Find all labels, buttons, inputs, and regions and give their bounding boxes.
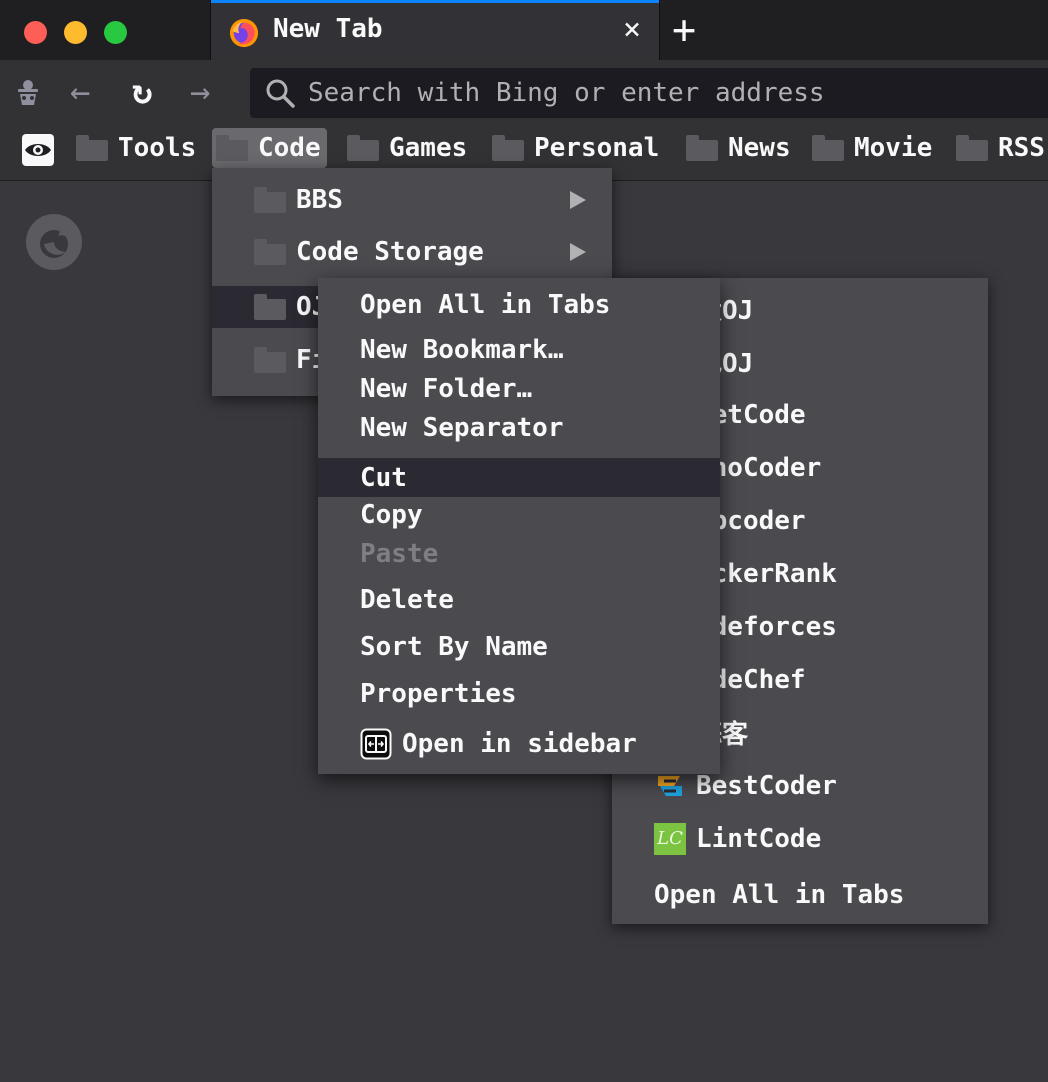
- close-icon[interactable]: ×: [623, 14, 641, 46]
- context-item-label: Properties: [360, 679, 517, 709]
- eye-icon[interactable]: [22, 134, 54, 166]
- window-close-button[interactable]: [24, 21, 47, 44]
- search-icon: [266, 79, 295, 108]
- bookmark-label: BestCoder: [696, 770, 837, 801]
- context-item-label: Copy: [360, 500, 423, 530]
- title-bar: New Tab × +: [0, 0, 1048, 60]
- open-all-in-tabs-item[interactable]: Open All in Tabs: [612, 868, 988, 921]
- folder-icon: [254, 187, 286, 213]
- tab-new-tab[interactable]: New Tab ×: [210, 0, 660, 60]
- folder-icon: [76, 135, 108, 161]
- bookmark-folder-code[interactable]: Code: [212, 128, 327, 168]
- context-item-label: Sort By Name: [360, 632, 548, 662]
- context-new-separator[interactable]: New Separator: [318, 408, 720, 448]
- context-paste: Paste: [318, 534, 720, 574]
- menu-item-label: Open All in Tabs: [654, 879, 905, 910]
- bookmark-folder-label: Tools: [118, 133, 197, 163]
- menu-item-bbs[interactable]: BBS: [212, 174, 612, 226]
- context-properties[interactable]: Properties: [318, 674, 720, 714]
- new-tab-button[interactable]: +: [672, 10, 696, 50]
- submenu-arrow-icon: [570, 243, 586, 261]
- bookmark-folder-games[interactable]: Games: [343, 128, 473, 168]
- bookmark-folder-movie[interactable]: Movie: [808, 128, 938, 168]
- context-delete[interactable]: Delete: [318, 580, 720, 620]
- bestcoder-icon: [658, 775, 682, 796]
- folder-icon: [347, 135, 379, 161]
- menu-item-label: BBS: [296, 185, 343, 215]
- folder-icon: [254, 347, 286, 373]
- context-open-all-in-tabs[interactable]: Open All in Tabs: [318, 283, 720, 327]
- eye-icon-glyph: [25, 144, 51, 156]
- folder-icon: [216, 135, 248, 161]
- context-item-label: New Separator: [360, 413, 564, 443]
- context-item-label: Paste: [360, 539, 439, 569]
- bookmark-folder-personal[interactable]: Personal: [488, 128, 665, 168]
- context-sort-by-name[interactable]: Sort By Name: [318, 627, 720, 667]
- folder-icon: [254, 294, 286, 320]
- url-bar[interactable]: [250, 68, 1048, 118]
- bookmark-folder-label: RSS: [998, 133, 1045, 163]
- bookmark-folder-label: Personal: [534, 133, 660, 163]
- folder-icon: [956, 135, 988, 161]
- context-open-in-sidebar[interactable]: Open in sidebar: [318, 721, 720, 767]
- bookmark-context-menu: Open All in Tabs New Bookmark… New Folde…: [318, 278, 720, 774]
- context-new-bookmark[interactable]: New Bookmark…: [318, 330, 720, 370]
- tab-title: New Tab: [273, 14, 383, 44]
- bookmark-label: LintCode: [696, 823, 822, 854]
- bookmark-folder-label: Movie: [854, 133, 933, 163]
- folder-icon: [492, 135, 524, 161]
- context-item-label: New Bookmark…: [360, 335, 564, 365]
- tab-selected-indicator: [211, 0, 659, 3]
- bookmark-folder-label: Code: [258, 133, 321, 163]
- bookmark-folder-label: Games: [389, 133, 468, 163]
- firefox-logo-icon: [26, 214, 82, 270]
- lintcode-icon: LC: [654, 822, 686, 855]
- firefox-icon: [229, 18, 259, 48]
- forward-button[interactable]: →: [190, 72, 210, 112]
- window-zoom-button[interactable]: [104, 21, 127, 44]
- private-browsing-icon: [18, 80, 38, 105]
- bookmark-folder-news[interactable]: News: [682, 128, 797, 168]
- context-item-label: Open in sidebar: [402, 729, 637, 759]
- folder-icon: [686, 135, 718, 161]
- context-item-label: Delete: [360, 585, 454, 615]
- folder-icon: [254, 239, 286, 265]
- menu-item-code-storage[interactable]: Code Storage: [212, 226, 612, 278]
- bookmark-folder-rss[interactable]: RSS: [952, 128, 1048, 168]
- reload-button[interactable]: ↻: [132, 72, 152, 112]
- context-item-label: Open All in Tabs: [360, 290, 611, 320]
- sidebar-icon: [360, 728, 392, 760]
- context-item-label: New Folder…: [360, 374, 533, 404]
- folder-icon: [812, 135, 844, 161]
- context-copy[interactable]: Copy: [318, 495, 720, 535]
- navigation-toolbar: ← ↻ →: [0, 60, 1048, 124]
- window-minimize-button[interactable]: [64, 21, 87, 44]
- context-item-label: Cut: [360, 462, 407, 493]
- browser-window: New Tab × + ← ↻ → Search with Bing or en…: [0, 0, 1048, 1082]
- bookmark-item-lintcode[interactable]: LC LintCode: [612, 812, 988, 865]
- context-new-folder[interactable]: New Folder…: [318, 369, 720, 409]
- lintcode-icon-text: LC: [657, 828, 683, 849]
- url-input[interactable]: [308, 68, 1048, 118]
- back-button[interactable]: ←: [70, 72, 90, 112]
- submenu-arrow-icon: [570, 191, 586, 209]
- bookmark-folder-label: News: [728, 133, 791, 163]
- bookmark-folder-tools[interactable]: Tools: [72, 128, 202, 168]
- context-cut[interactable]: Cut: [318, 458, 720, 497]
- menu-item-label: Code Storage: [296, 237, 484, 267]
